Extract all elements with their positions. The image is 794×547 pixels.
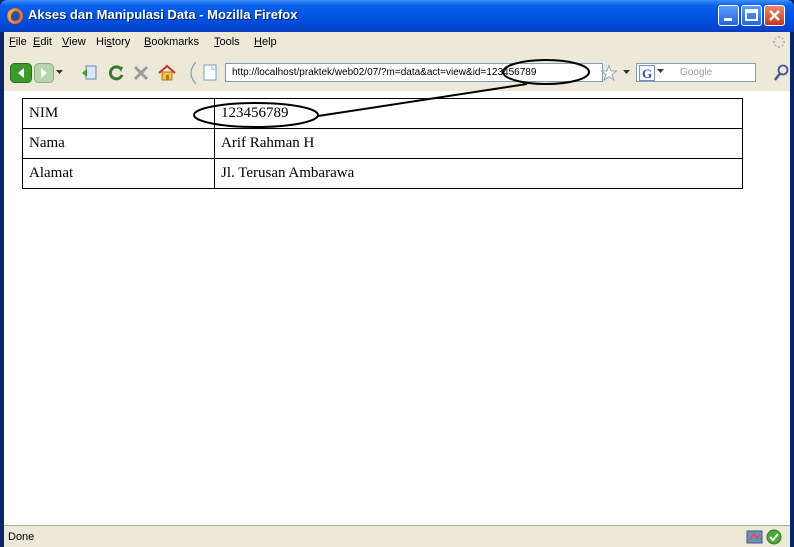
navigation-toolbar: http://localhost/praktek/web02/07/?m=dat… (4, 53, 790, 92)
home-icon[interactable] (157, 63, 177, 82)
window-title: Akses dan Manipulasi Data - Mozilla Fire… (28, 7, 298, 22)
title-bar[interactable]: Akses dan Manipulasi Data - Mozilla Fire… (0, 0, 794, 32)
nama-value: Arif Rahman H (214, 128, 743, 159)
search-placeholder: Google (680, 67, 713, 78)
status-text: Done (8, 531, 35, 543)
url-input[interactable]: http://localhost/praktek/web02/07/?m=dat… (225, 63, 603, 82)
menu-edit[interactable]: Edit (33, 36, 52, 48)
search-input[interactable]: G Google (636, 63, 756, 82)
data-table: NIM 123456789 Nama Arif Rahman H Alamat … (22, 98, 743, 189)
page-icon[interactable] (81, 65, 99, 81)
minimize-icon (724, 18, 732, 21)
nim-value: 123456789 (214, 98, 743, 129)
svg-text:G: G (642, 66, 652, 81)
check-icon[interactable] (766, 529, 782, 545)
menu-help[interactable]: Help (254, 36, 277, 48)
close-icon (769, 10, 780, 21)
maximize-button[interactable] (741, 5, 762, 26)
table-row: Alamat Jl. Terusan Ambarawa (22, 158, 743, 189)
menu-file[interactable]: File (9, 36, 27, 48)
url-dropdown-icon[interactable] (623, 70, 631, 76)
nim-label: NIM (22, 98, 215, 129)
close-button[interactable] (764, 5, 785, 26)
magnifier-icon[interactable] (774, 64, 790, 82)
reload-icon[interactable] (107, 64, 125, 82)
table-row: Nama Arif Rahman H (22, 128, 743, 159)
menu-bar: File Edit View History Bookmarks Tools H… (4, 32, 790, 53)
url-bar-left-cap (190, 61, 217, 85)
search-engine-dropdown-icon[interactable] (657, 69, 665, 75)
table-row: NIM 123456789 (22, 98, 743, 129)
menu-view[interactable]: View (62, 36, 86, 48)
browser-window: Akses dan Manipulasi Data - Mozilla Fire… (0, 0, 794, 547)
nama-label: Nama (22, 128, 215, 159)
google-icon[interactable]: G (639, 65, 655, 81)
alamat-value: Jl. Terusan Ambarawa (214, 158, 743, 189)
firefox-icon (7, 8, 23, 24)
history-dropdown-icon[interactable] (56, 70, 64, 76)
back-arrow-icon[interactable] (10, 63, 32, 83)
menu-history[interactable]: History (96, 36, 130, 48)
menu-bookmarks[interactable]: Bookmarks (144, 36, 199, 48)
star-icon[interactable] (600, 64, 618, 82)
alamat-label: Alamat (22, 158, 215, 189)
addon-icon[interactable] (746, 529, 764, 545)
page-content: NIM 123456789 Nama Arif Rahman H Alamat … (4, 91, 790, 525)
maximize-icon (745, 9, 758, 21)
menu-tools[interactable]: Tools (214, 36, 240, 48)
forward-arrow-icon[interactable] (34, 63, 54, 83)
throbber-icon (772, 35, 786, 49)
minimize-button[interactable] (718, 5, 739, 26)
status-bar: Done (4, 525, 790, 547)
stop-icon[interactable] (132, 64, 150, 82)
